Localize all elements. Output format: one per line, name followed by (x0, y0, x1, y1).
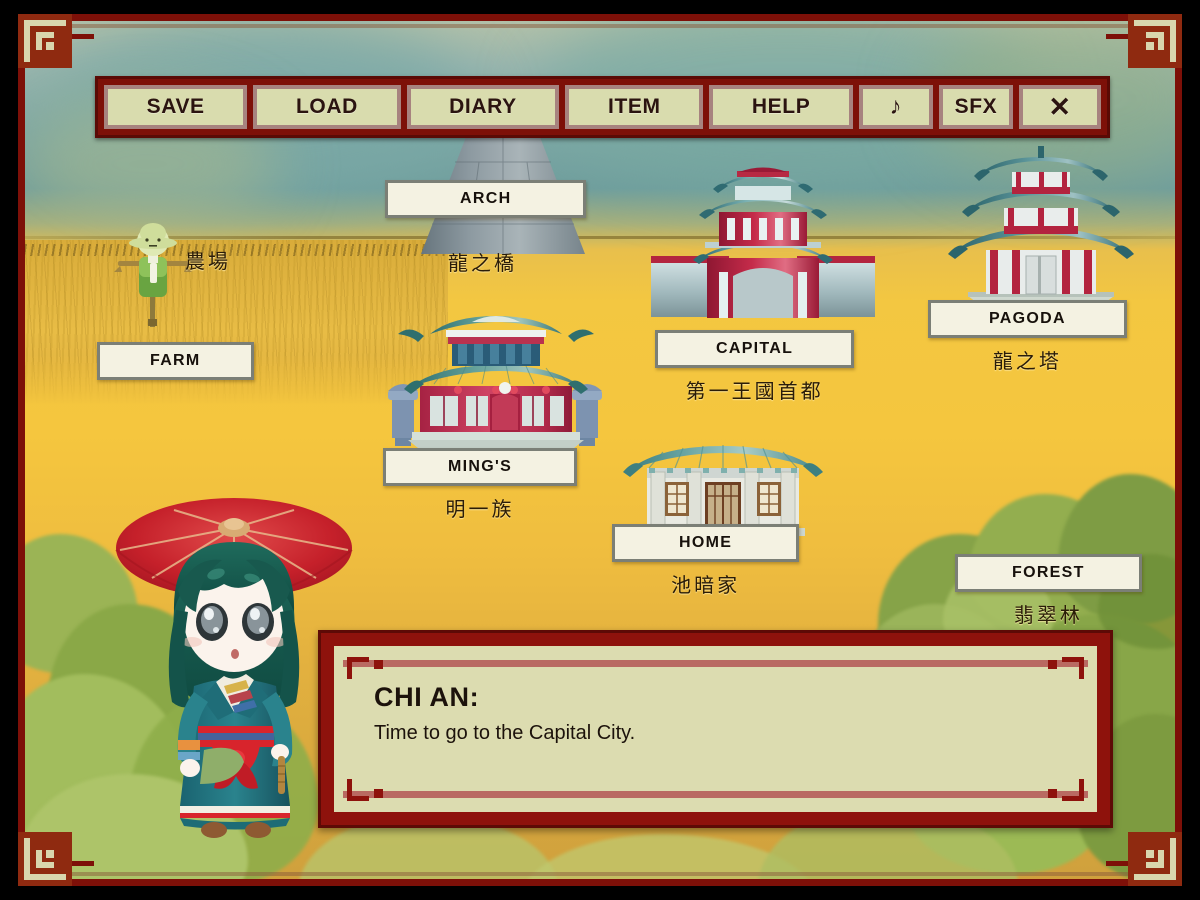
help-button[interactable]: HELP (709, 85, 853, 129)
dialogue-corner-dot (374, 789, 383, 798)
location-mings: MING'S 明一族 (383, 448, 578, 522)
pagoda-plaque-label[interactable]: PAGODA (928, 300, 1127, 338)
load-button[interactable]: LOAD (253, 85, 401, 129)
farm-chinese-label: 農場 (185, 249, 231, 273)
frame-border-left (18, 14, 25, 886)
home-plaque-label[interactable]: HOME (612, 524, 800, 562)
farm-plaque-label[interactable]: FARM (97, 342, 254, 380)
diary-button[interactable]: DIARY (406, 85, 560, 129)
location-forest: FOREST 翡翠林 (955, 554, 1142, 628)
dialogue-corner-ornament (347, 657, 369, 679)
forest-chinese-label: 翡翠林 (1013, 603, 1083, 627)
arch-plaque-label[interactable]: ARCH (385, 180, 587, 218)
mings-temple-building[interactable] (386, 312, 606, 452)
wheat-field (18, 240, 448, 405)
location-pagoda: PAGODA 龍之塔 (928, 300, 1127, 374)
dialogue-box[interactable]: CHI AN: Time to go to the Capital City. (318, 630, 1113, 828)
dialogue-corner-dot (1048, 660, 1057, 669)
dialogue-inner-panel: CHI AN: Time to go to the Capital City. (330, 642, 1101, 816)
dialogue-rail-top (343, 660, 1088, 667)
home-chinese-label: 池暗家 (671, 573, 741, 597)
sfx-toggle-button[interactable]: SFX (938, 85, 1013, 129)
location-home: HOME 池暗家 (612, 524, 800, 598)
arch-chinese-label: 龍之橋 (448, 251, 517, 275)
mings-chinese-label: 明一族 (445, 497, 515, 521)
pagoda-chinese-label: 龍之塔 (992, 349, 1062, 373)
frame-border-bottom (18, 879, 1182, 886)
dialogue-corner-ornament (347, 779, 369, 801)
location-capital: CAPITAL 第一王國首都 (655, 330, 855, 404)
scarecrow (114, 223, 192, 327)
location-farm: FARM (97, 342, 254, 380)
item-button[interactable]: ITEM (565, 85, 704, 129)
pagoda-building[interactable] (946, 146, 1136, 311)
frame-inner-rail-top (40, 24, 1160, 28)
capital-chinese-label: 第一王國首都 (685, 379, 824, 403)
dialogue-rail-bottom (343, 791, 1088, 798)
frame-inner-rail-bottom (40, 872, 1160, 876)
dialogue-corner-dot (374, 660, 383, 669)
save-button[interactable]: SAVE (104, 85, 248, 129)
dialogue-text: Time to go to the Capital City. (374, 722, 636, 744)
capital-gate-building[interactable] (643, 156, 883, 321)
frame-border-right (1175, 14, 1182, 886)
dialogue-corner-dot (1048, 789, 1057, 798)
close-icon[interactable]: ✕ (1018, 85, 1101, 129)
top-menu-bar: SAVE LOAD DIARY ITEM HELP ♪ SFX ✕ (95, 76, 1110, 138)
music-note-icon[interactable]: ♪ (858, 85, 933, 129)
game-screen: FARM 農場 ARCH 龍之橋 CAPITAL 第一王國首都 PAGODA 龍… (0, 0, 1200, 900)
forest-plaque-label[interactable]: FOREST (955, 554, 1142, 592)
frame-border-top (18, 14, 1182, 21)
dialogue-corner-ornament (1062, 657, 1084, 679)
dialogue-corner-ornament (1062, 779, 1084, 801)
mings-plaque-label[interactable]: MING'S (383, 448, 578, 486)
capital-plaque-label[interactable]: CAPITAL (655, 330, 855, 368)
location-arch: ARCH (385, 180, 587, 218)
dialogue-speaker-name: CHI AN: (374, 682, 480, 712)
